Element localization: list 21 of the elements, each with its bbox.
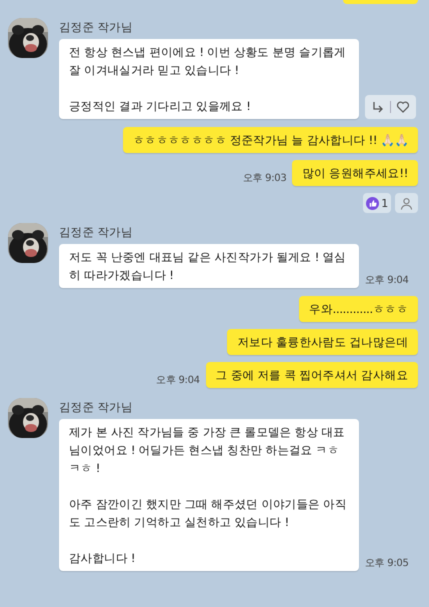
message-bubble: 많이 응원해주세요!! [292,160,418,186]
message-time: 오후 9:03 [242,172,286,185]
message-bubble: 제가 본 사진 작가님들 중 가장 큰 롤모델은 항상 대표님이었어요 ! 어딜가든 현스냅 칭찬만 하는걸요 ㅋㅎㅋㅎ ! 아주 잠깐이긴 했지만 그때 해주셨던 이야기들은 아직도 고스란히 기억하고 실천하고 있습니다 ! 감사합니다 ! [59,419,359,571]
thumbs-up-icon [366,196,380,210]
message-time: 오후 9:04 [156,374,200,387]
message-bubble: 저보다 훌륭한사람도 겁나많은데 [227,329,418,355]
sender-name: 김정준 작가님 [59,225,134,240]
sender-name: 김정준 작가님 [59,400,134,415]
person-button[interactable] [395,193,418,213]
message-bubble: 그 중에 저를 콕 찝어주셔서 감사해요 [206,362,418,388]
message-time: 오후 9:04 [365,274,409,287]
reply-icon[interactable] [371,100,385,114]
like-reaction[interactable]: 1 [363,193,391,213]
sender-name: 김정준 작가님 [59,20,134,35]
message-time: 오후 9:05 [365,557,409,570]
heart-icon[interactable] [396,100,410,114]
message-bubble: 우와............ㅎㅎㅎ [299,296,418,322]
message-bubble: 저도 꼭 난중엔 대표님 같은 사진작가가 될게요 ! 열심히 따라가겠습니다 ! [59,244,359,288]
person-icon [400,196,413,210]
message-bubble: 전 항상 현스냅 편이에요 ! 이번 상황도 분명 슬기롭게 잘 이겨내실거라 믿고 있습니다 ! 긍정적인 결과 기다리고 있을께요 ! [59,39,359,119]
message-bubble: ㅎㅎㅎㅎㅎㅎㅎㅎ 정준작가님 늘 감사합니다 !! 🙏🏻🙏🏻 [122,127,418,153]
